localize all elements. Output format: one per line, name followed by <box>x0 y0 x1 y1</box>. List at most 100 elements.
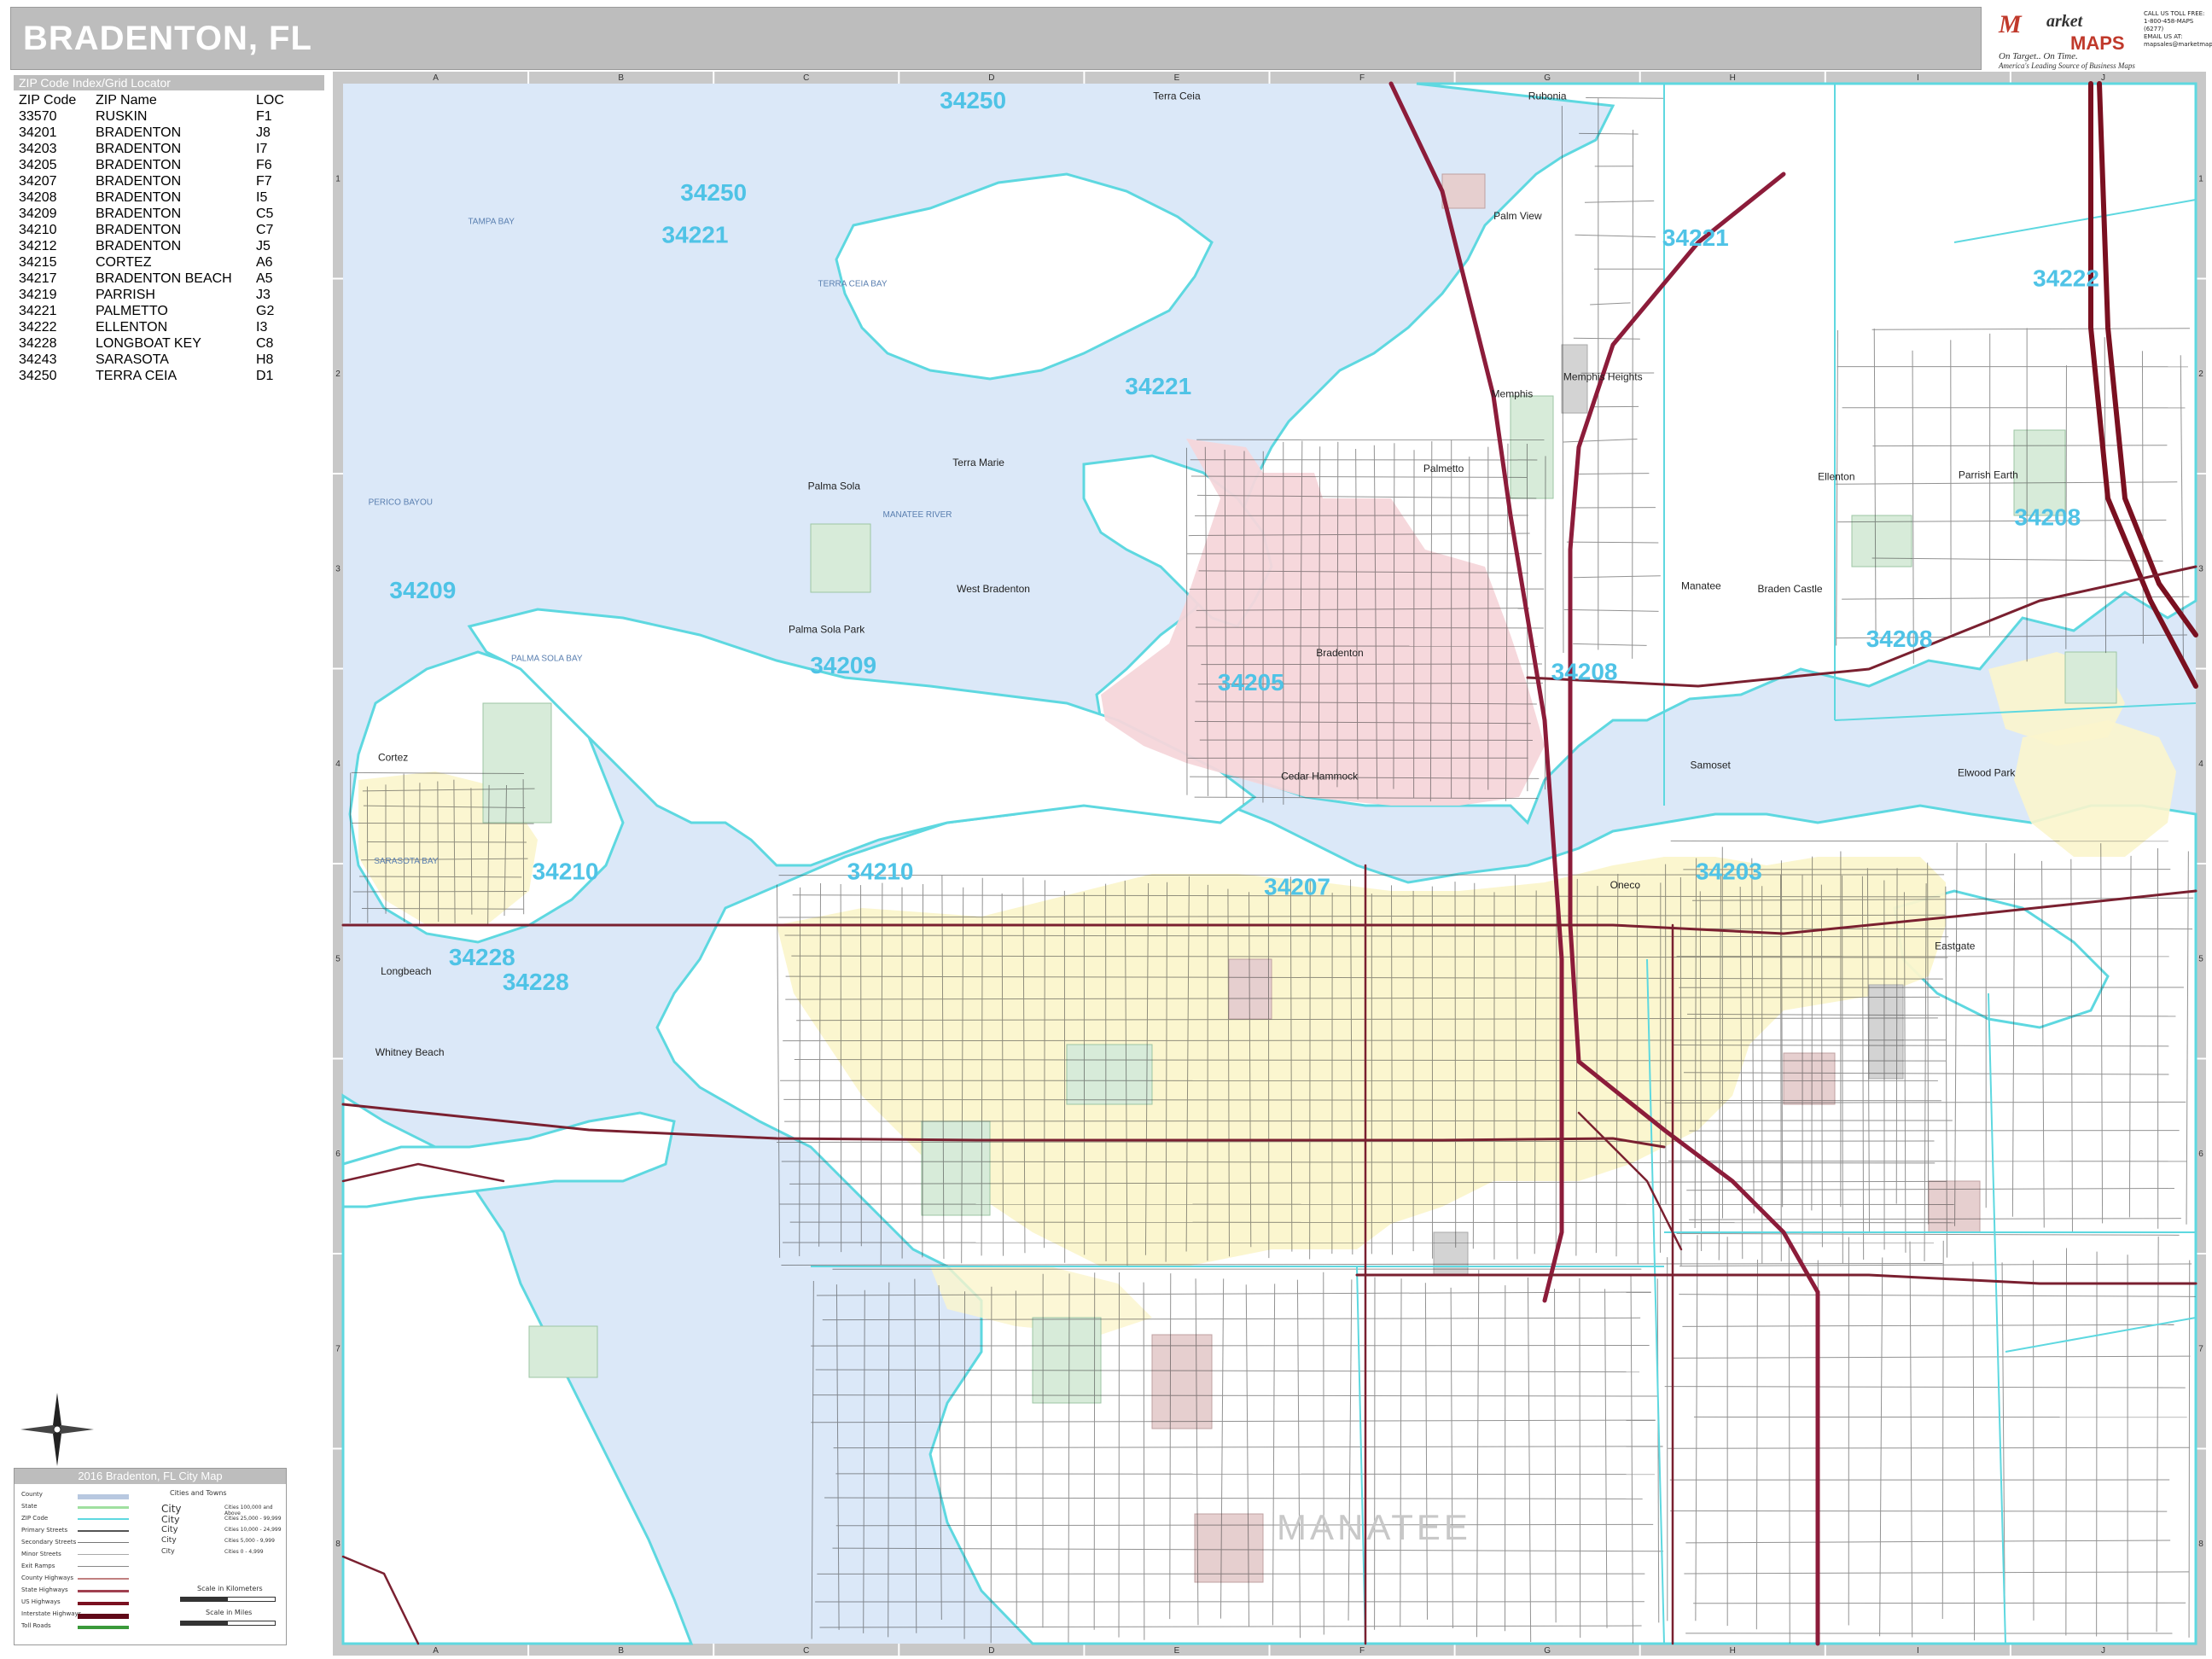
contact-line: EMAIL US AT: <box>2144 33 2183 40</box>
place-label: Whitney Beach <box>375 1046 445 1058</box>
zip-name-cell: BRADENTON <box>96 142 182 156</box>
logo-m: M <box>1999 10 2022 38</box>
zip-index-row: 34217 BRADENTON BEACH A5 <box>19 271 307 287</box>
zip-code-label: 34228 <box>503 969 569 995</box>
street <box>789 1221 1954 1224</box>
zip-name-cell: RUSKIN <box>96 109 148 124</box>
park-rect <box>921 1121 991 1216</box>
zip-index-row: 33570 RUSKIN F1 <box>19 108 307 125</box>
legend-item-label: Interstate Highways <box>21 1610 82 1617</box>
zip-index-row: 34215 CORTEZ A6 <box>19 254 307 271</box>
zip-code-label: 34207 <box>1264 874 1330 900</box>
place-label: Samoset <box>1691 759 1732 771</box>
zip-code-cell: 34212 <box>19 239 57 253</box>
zip-index-table: ZIP Code ZIP Name LOC 33570 RUSKIN F1 34201… <box>19 92 307 384</box>
zip-name-cell: BRADENTON <box>96 190 182 205</box>
grid-row-label: 6 <box>335 1150 341 1159</box>
place-label: Ellenton <box>1818 470 1854 482</box>
logo-arket: arket <box>2046 12 2083 31</box>
legend-line-swatch <box>78 1626 129 1629</box>
zip-code-cell: 34228 <box>19 336 57 351</box>
legend-item-label: Secondary Streets <box>21 1539 77 1545</box>
legend-cities-heading: Cities and Towns <box>170 1489 227 1497</box>
street <box>2065 1248 2068 1636</box>
legend-item-label: County Highways <box>21 1575 74 1581</box>
grid-row-label: 4 <box>2198 760 2203 769</box>
loc-cell: A6 <box>256 255 273 270</box>
logo-maps: MAPS <box>2070 32 2125 54</box>
zip-code-label: 34208 <box>2014 504 2081 530</box>
zip-code-label: 34209 <box>810 652 876 678</box>
park-rect <box>1851 515 1912 568</box>
legend-item-label: Exit Ramps <box>21 1563 55 1569</box>
grid-row-label: 5 <box>335 954 341 963</box>
place-label: Parrish Earth <box>1959 469 2018 480</box>
zip-index-row: 34222 ELLENTON I3 <box>19 319 307 335</box>
zip-name-cell: SARASOTA <box>96 352 169 367</box>
park-rect <box>1066 1044 1153 1105</box>
zip-code-cell: 34201 <box>19 125 57 140</box>
col-loc: LOC <box>256 93 284 108</box>
zip-code-label: 34208 <box>1866 626 1933 652</box>
place-label: Terra Ceia <box>1153 90 1201 102</box>
street <box>1689 1130 2180 1132</box>
street <box>811 1345 1650 1347</box>
water-label: PALMA SOLA BAY <box>511 654 583 663</box>
park-rect <box>482 702 552 824</box>
institution-rect <box>1228 958 1272 1020</box>
grid-column-label: J <box>2101 73 2105 83</box>
zip-code-label: 34205 <box>1218 669 1284 696</box>
zip-index-heading: ZIP Code Index/Grid Locator <box>14 75 324 90</box>
contact-line: 1-800-458-MAPS (6277) <box>2144 18 2194 32</box>
gray-rect <box>1433 1231 1469 1276</box>
place-label: Palm View <box>1493 210 1542 222</box>
legend-city-size-label: Cities 10,000 - 24,999 <box>224 1527 282 1533</box>
place-label: Elwood Park <box>1958 767 2016 779</box>
contact-line: mapsales@marketmaps.com <box>2144 41 2212 48</box>
institution-rect <box>1151 1334 1213 1429</box>
institution-rect <box>1441 173 1486 209</box>
legend-line-swatch <box>78 1530 129 1532</box>
legend-item-label: State <box>21 1503 38 1510</box>
zip-code-label: 34203 <box>1696 858 1762 884</box>
city-map[interactable]: A A B B C C D D E E F F G G H H I I J J 1 1 2 2 3 3 4 4 5 5 6 6 7 7 8 8 <box>333 72 2206 1656</box>
zip-name-cell: PALMETTO <box>96 304 168 318</box>
place-label: Cedar Hammock <box>1281 770 1359 782</box>
street <box>1693 1602 2186 1604</box>
place-label: Oneco <box>1610 879 1641 891</box>
zip-index-row: 34243 SARASOTA H8 <box>19 352 307 368</box>
grid-row-label: 7 <box>2198 1344 2203 1353</box>
zip-name-cell: TERRA CEIA <box>96 369 178 383</box>
zip-code-cell: 34243 <box>19 352 57 367</box>
zip-code-cell: 33570 <box>19 109 57 124</box>
park-rect <box>810 523 871 593</box>
contact-line: CALL US TOLL FREE: <box>2144 10 2205 17</box>
grid-column-label: A <box>433 73 439 83</box>
legend-line-swatch <box>78 1614 129 1619</box>
street <box>1309 879 1311 1260</box>
place-label: Bradenton <box>1316 647 1363 659</box>
grid-column-label: D <box>988 73 994 83</box>
place-label: West Bradenton <box>957 583 1030 595</box>
zip-index-row: 34207 BRADENTON F7 <box>19 173 307 189</box>
county-label: MANATEE <box>1277 1507 1471 1547</box>
zip-name-cell: BRADENTON <box>96 223 182 237</box>
place-label: Palma Sola <box>808 480 861 492</box>
zip-code-cell: 34205 <box>19 158 57 172</box>
zip-index-row: 34205 BRADENTON F6 <box>19 157 307 173</box>
zip-index-row: 34221 PALMETTO G2 <box>19 303 307 319</box>
street <box>1185 447 1188 795</box>
title-bar: BRADENTON, FL <box>10 7 1982 70</box>
grid-column-label: B <box>618 1646 624 1656</box>
institution-rect <box>1194 1513 1264 1583</box>
street <box>1555 883 1557 1264</box>
zip-name-cell: BRADENTON BEACH <box>96 271 232 286</box>
legend-line-swatch <box>78 1518 129 1520</box>
place-label: Terra Marie <box>952 457 1004 469</box>
zip-code-label: 34210 <box>533 858 599 884</box>
grid-column-label: H <box>1730 73 1736 83</box>
zip-name-cell: BRADENTON <box>96 207 182 221</box>
zip-name-cell: BRADENTON <box>96 239 182 253</box>
legend-city-word: City <box>161 1547 175 1555</box>
zip-index-header-row: ZIP Code ZIP Name LOC <box>19 92 307 108</box>
